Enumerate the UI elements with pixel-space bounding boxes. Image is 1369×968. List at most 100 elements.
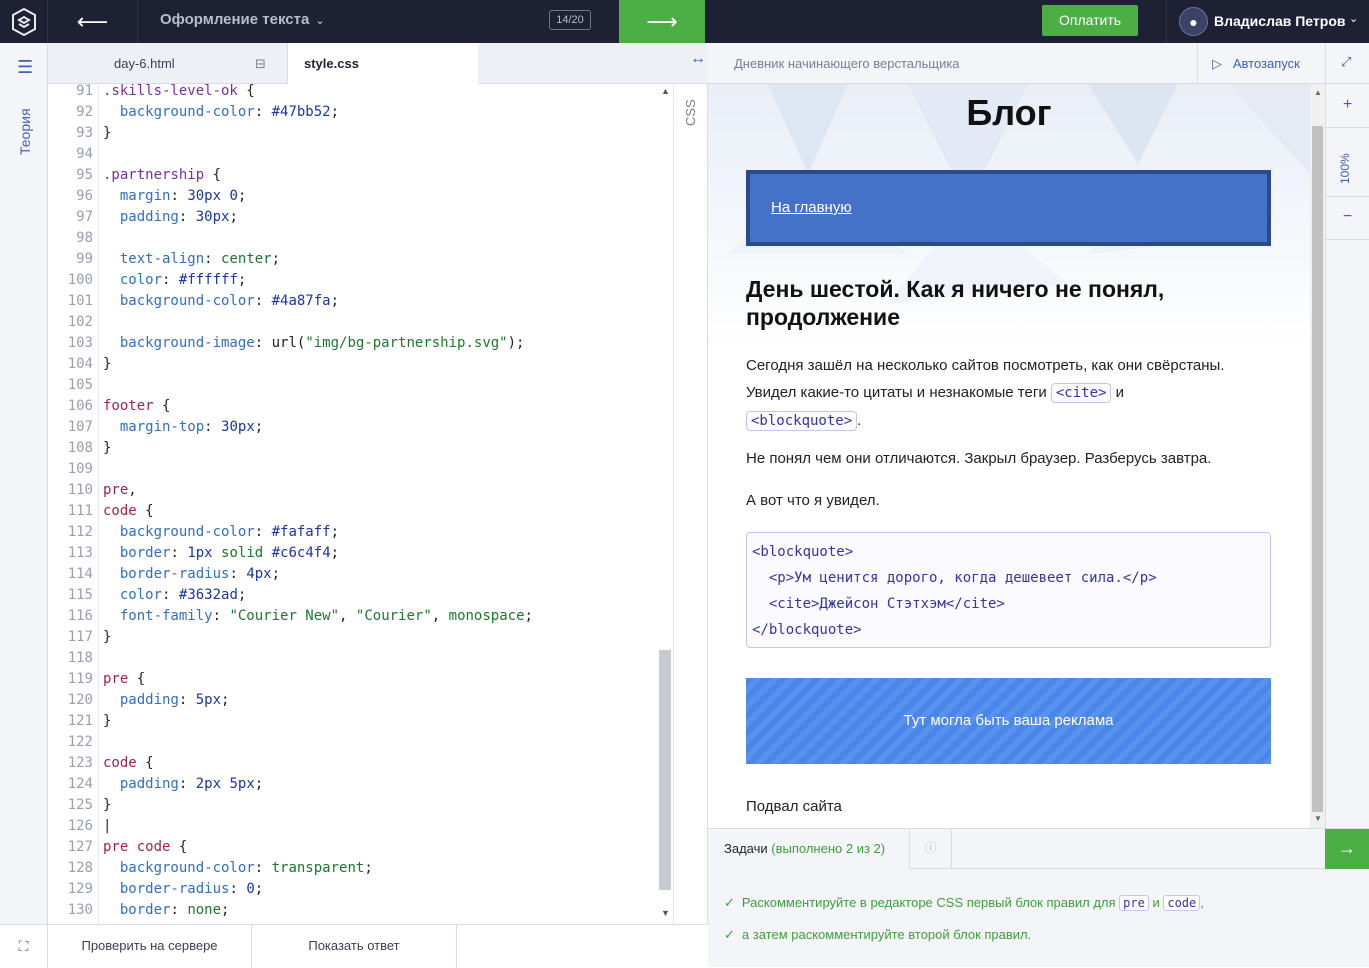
scroll-up-icon[interactable]: ▲ xyxy=(1314,88,1322,97)
code-line[interactable]: 116 font-family: "Courier New", "Courier… xyxy=(48,606,658,627)
ad-banner: Тут могла быть ваша реклама xyxy=(746,678,1271,764)
line-number: 120 xyxy=(67,692,93,708)
code-line[interactable]: 109 xyxy=(48,459,658,480)
zoom-in-button[interactable]: + xyxy=(1326,96,1369,114)
chevron-down-icon[interactable]: ⌄ xyxy=(1349,12,1358,25)
scroll-down-icon[interactable]: ▼ xyxy=(1314,814,1322,823)
code-line[interactable]: 115 color: #3632ad; xyxy=(48,585,658,606)
code-line[interactable]: 111 code { xyxy=(48,501,658,522)
code-line[interactable]: 125} xyxy=(48,795,658,816)
logo-icon[interactable] xyxy=(0,0,48,43)
css-side-strip: CSS xyxy=(673,84,708,924)
inline-code: <blockquote> xyxy=(746,411,858,431)
code-line[interactable]: 107 margin-top: 30px; xyxy=(48,417,658,438)
code-line[interactable]: 130 border: none; xyxy=(48,900,658,921)
code-line[interactable]: 114 border-radius: 4px; xyxy=(48,564,658,585)
code-line[interactable]: 124 padding: 2px 5px; xyxy=(48,774,658,795)
resize-horizontal-icon[interactable]: ↔ xyxy=(690,50,706,68)
code-line[interactable]: 92 background-color: #47bb52; xyxy=(48,102,658,123)
scroll-up-icon[interactable]: ▲ xyxy=(661,86,670,96)
lesson-title-dropdown[interactable]: Оформление текста ⌄ xyxy=(160,11,325,28)
code-line[interactable]: 127 pre code { xyxy=(48,837,658,858)
code-line[interactable]: 100 color: #ffffff; xyxy=(48,270,658,291)
zoom-level: 100% xyxy=(1338,153,1352,184)
code-line[interactable]: 98 xyxy=(48,228,658,249)
home-link[interactable]: На главную xyxy=(771,199,852,216)
bug-report-icon[interactable]: ⛶ xyxy=(0,925,48,968)
tab-tasks[interactable]: Задачи (выполнено 2 из 2) xyxy=(708,829,910,869)
preview-frame[interactable]: Блог На главную День шестой. Как я ничег… xyxy=(708,84,1310,828)
back-arrow-icon: ⟵ xyxy=(76,8,109,34)
code-line[interactable]: 118 xyxy=(48,648,658,669)
code-line[interactable]: 128 background-color: transparent; xyxy=(48,858,658,879)
collapse-icon[interactable]: ⊟ xyxy=(255,43,266,84)
code-line[interactable]: 121} xyxy=(48,711,658,732)
code-text: padding: 30px; xyxy=(119,209,238,225)
theory-tab[interactable]: Теория xyxy=(17,108,33,155)
code-line[interactable]: 110 pre, xyxy=(48,480,658,501)
back-arrow-button[interactable]: ⟵ xyxy=(48,0,138,43)
code-line[interactable]: 120 padding: 5px; xyxy=(48,690,658,711)
line-number: 91 xyxy=(76,84,93,99)
code-line[interactable]: 99 text-align: center; xyxy=(48,249,658,270)
line-number: 122 xyxy=(67,734,93,750)
zoom-out-button[interactable]: − xyxy=(1326,208,1369,226)
code-line[interactable]: 94 xyxy=(48,144,658,165)
code-line[interactable]: 112 background-color: #fafaff; xyxy=(48,522,658,543)
user-name[interactable]: Владислав Петров xyxy=(1214,13,1345,29)
autorun-toggle[interactable]: ▷ Автозапуск xyxy=(1212,43,1300,84)
line-number: 100 xyxy=(67,272,93,288)
line-number: 128 xyxy=(67,860,93,876)
code-line[interactable]: 113 border: 1px solid #c6c4f4; xyxy=(48,543,658,564)
code-lines[interactable]: 91 .skills-level-ok {92 background-color:… xyxy=(48,84,658,921)
code-line[interactable]: 129 border-radius: 0; xyxy=(48,879,658,900)
code-text: | xyxy=(103,818,112,834)
text: . xyxy=(857,412,862,429)
line-number: 109 xyxy=(67,461,93,477)
code-line[interactable]: 108} xyxy=(48,438,658,459)
next-arrow-button[interactable]: → xyxy=(1325,829,1369,869)
show-answer-button[interactable]: Показать ответ xyxy=(252,925,457,968)
code-line[interactable]: 117} xyxy=(48,627,658,648)
code-text: text-align: center; xyxy=(119,251,281,267)
menu-icon[interactable]: ☰ xyxy=(17,57,33,78)
code-line[interactable]: 105 xyxy=(48,375,658,396)
divider xyxy=(1326,239,1369,240)
info-icon[interactable]: ⓘ xyxy=(910,829,952,869)
code-line[interactable]: 95 .partnership { xyxy=(48,165,658,186)
top-bar: ⟵ Оформление текста ⌄ 14/20 ⟶ Оплатить ● … xyxy=(0,0,1369,43)
code-line[interactable]: 106 footer { xyxy=(48,396,658,417)
code-line[interactable]: 123 code { xyxy=(48,753,658,774)
code-line[interactable]: 103 background-image: url("img/bg-partne… xyxy=(48,333,658,354)
code-line[interactable]: 93} xyxy=(48,123,658,144)
inline-code: pre xyxy=(1119,895,1149,911)
code-line[interactable]: 122 xyxy=(48,732,658,753)
code-line[interactable]: 97 padding: 30px; xyxy=(48,207,658,228)
code-line[interactable]: 91 .skills-level-ok { xyxy=(48,84,658,102)
preview-scrollbar[interactable]: ▲ ▼ xyxy=(1310,84,1325,828)
code-text: } xyxy=(103,629,112,645)
editor-scrollbar[interactable]: ▲ ▼ xyxy=(658,84,672,924)
pay-button[interactable]: Оплатить xyxy=(1042,5,1138,36)
code-editor[interactable]: 91 .skills-level-ok {92 background-color:… xyxy=(48,84,673,924)
line-number: 129 xyxy=(67,881,93,897)
task-item: ✓ Раскомментируйте в редакторе CSS первый… xyxy=(724,895,1204,911)
code-text: background-image: url("img/bg-partnershi… xyxy=(119,335,525,351)
code-line[interactable]: 126 | xyxy=(48,816,658,837)
tab-style-css[interactable]: style.css xyxy=(288,43,478,84)
scroll-thumb[interactable] xyxy=(659,650,671,890)
scroll-down-icon[interactable]: ▼ xyxy=(661,908,670,918)
check-on-server-button[interactable]: Проверить на сервере xyxy=(48,925,252,968)
task-text: , xyxy=(1200,895,1204,910)
code-line[interactable]: 119 pre { xyxy=(48,669,658,690)
code-line[interactable]: 101 background-color: #4a87fa; xyxy=(48,291,658,312)
code-text: pre code { xyxy=(103,839,188,855)
next-lesson-button[interactable]: ⟶ xyxy=(619,0,705,43)
code-line[interactable]: 96 margin: 30px 0; xyxy=(48,186,658,207)
avatar[interactable]: ● xyxy=(1179,7,1208,36)
code-line[interactable]: 102 xyxy=(48,312,658,333)
code-line[interactable]: 104} xyxy=(48,354,658,375)
scroll-thumb[interactable] xyxy=(1312,126,1323,812)
tab-day-6-html[interactable]: day-6.html ⊟ xyxy=(48,43,288,84)
fullscreen-icon[interactable]: ⤢ xyxy=(1341,54,1351,70)
